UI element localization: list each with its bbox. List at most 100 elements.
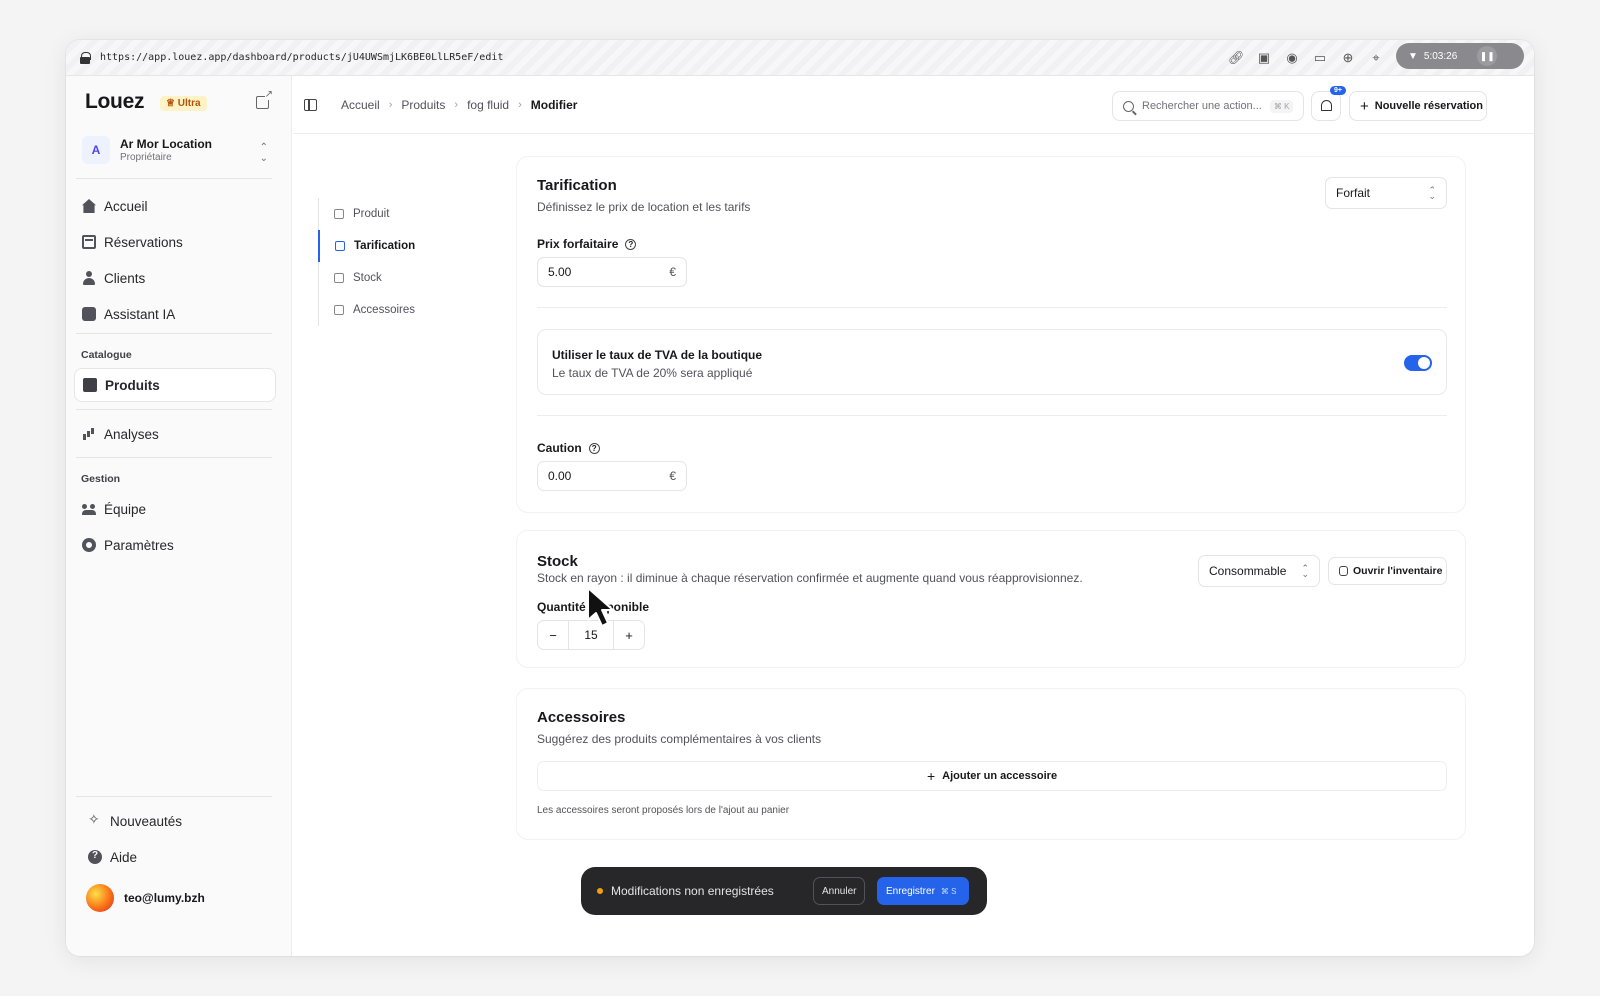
search-input[interactable]: Rechercher une action... ⌘ K — [1112, 91, 1304, 121]
save-button[interactable]: Enregistrer ⌘ S — [877, 877, 969, 905]
org-switcher[interactable]: A Ar Mor Location Propriétaire ⌃ ⌄ — [82, 132, 272, 168]
search-icon — [1123, 100, 1134, 112]
sidebar-item-accueil[interactable]: Accueil — [74, 189, 276, 223]
sparkles-icon — [88, 811, 102, 828]
sidebar-item-label: Analyses — [104, 426, 159, 442]
sidebar-item-parametres[interactable]: Paramètres — [74, 528, 276, 562]
browser-tools: 🔗︎ ▣ ◉ ▭ ⊕ ⌖ — [1228, 50, 1384, 66]
divider — [76, 409, 272, 410]
currency-symbol: € — [669, 469, 676, 483]
divider — [537, 307, 1447, 308]
flat-price-input[interactable]: 5.00 € — [537, 257, 687, 287]
tva-setting: Utiliser le taux de TVA de la boutique L… — [537, 329, 1447, 395]
sidebar-toggle-icon[interactable] — [304, 99, 317, 111]
external-link-icon[interactable] — [256, 89, 273, 109]
accessoires-title: Accessoires — [537, 709, 626, 726]
sidebar-item-nouveautes[interactable]: Nouveautés — [80, 804, 282, 838]
sidebar-item-reservations[interactable]: Réservations — [74, 225, 276, 259]
breadcrumb-accueil[interactable]: Accueil — [341, 98, 380, 112]
info-icon[interactable]: ? — [588, 442, 600, 454]
increment-button[interactable]: + — [614, 621, 644, 649]
link-icon[interactable]: 🔗︎ — [1228, 50, 1245, 66]
decrement-button[interactable]: − — [538, 621, 568, 649]
chevron-up-down-icon: ⌃ ⌄ — [259, 142, 268, 164]
section-label-gestion: Gestion — [81, 473, 121, 485]
deposit-value: 0.00 — [548, 469, 572, 483]
pricing-mode-select[interactable]: Forfait ⌃ ⌄ — [1325, 177, 1447, 209]
stock-title: Stock — [537, 553, 578, 570]
section-nav-label: Accessoires — [353, 304, 415, 316]
new-reservation-label: Nouvelle réservation — [1374, 100, 1483, 112]
package-icon — [83, 378, 97, 392]
avatar — [86, 884, 114, 912]
divider — [537, 415, 1447, 416]
stock-card: Stock Stock en rayon : il diminue à chaq… — [516, 530, 1466, 668]
breadcrumb-produits[interactable]: Produits — [401, 98, 445, 112]
tarification-card: Tarification Définissez le prix de locat… — [516, 156, 1466, 513]
section-nav-accessoires[interactable]: Accessoires — [318, 294, 508, 326]
sidebar-item-label: Produits — [105, 377, 160, 393]
info-icon[interactable]: ? — [625, 238, 637, 250]
user-email: teo@lumy.bzh — [124, 891, 205, 905]
save-shortcut: ⌘ S — [940, 886, 957, 896]
sidebar-item-assistant-ia[interactable]: Assistant IA — [74, 297, 276, 331]
notification-badge: 9+ — [1330, 86, 1346, 95]
browser-url-bar[interactable]: https://app.louez.app/dashboard/products… — [66, 40, 1534, 76]
deposit-input[interactable]: 0.00 € — [537, 461, 687, 491]
sidebar-item-label: Paramètres — [104, 537, 174, 553]
add-accessory-button[interactable]: + Ajouter un accessoire — [537, 761, 1447, 791]
sidebar-item-produits[interactable]: Produits — [74, 368, 276, 402]
sidebar-item-clients[interactable]: Clients — [74, 261, 276, 295]
breadcrumb-product[interactable]: fog fluid — [467, 98, 509, 112]
receipt-icon — [335, 241, 345, 251]
user-menu[interactable]: teo@lumy.bzh — [86, 884, 205, 912]
camera-icon[interactable]: ◉ — [1284, 50, 1300, 66]
tva-toggle[interactable] — [1404, 355, 1432, 371]
target-icon[interactable]: ⌖ — [1368, 50, 1384, 66]
divider — [76, 796, 272, 797]
open-inventory-button[interactable]: Ouvrir l'inventaire — [1328, 557, 1447, 585]
calendar-icon — [82, 235, 96, 249]
cancel-button[interactable]: Annuler — [813, 877, 866, 905]
breadcrumb-current: Modifier — [530, 98, 578, 112]
bell-icon — [1321, 100, 1332, 111]
sidebar-item-label: Aide — [110, 849, 138, 865]
plus-icon: + — [926, 768, 936, 784]
stock-subtitle: Stock en rayon : il diminue à chaque rés… — [537, 571, 1083, 585]
accessoires-card: Accessoires Suggérez des produits complé… — [516, 688, 1466, 840]
team-icon — [82, 502, 96, 516]
chevron-right-icon: › — [454, 99, 459, 111]
section-nav-label: Produit — [353, 208, 390, 220]
currency-symbol: € — [669, 265, 676, 279]
chevron-right-icon: › — [518, 99, 522, 111]
pricing-mode-value: Forfait — [1336, 186, 1371, 200]
sidebar-item-equipe[interactable]: Équipe — [74, 492, 276, 526]
section-nav-stock[interactable]: Stock — [318, 262, 508, 294]
home-icon — [82, 199, 96, 213]
stock-mode-select[interactable]: Consommable ⌃ ⌄ — [1198, 555, 1320, 587]
sidebar-item-analyses[interactable]: Analyses — [74, 417, 276, 451]
globe-icon[interactable]: ⊕ — [1340, 50, 1356, 66]
users-icon — [82, 271, 96, 285]
notifications-button[interactable]: 9+ — [1311, 86, 1346, 121]
gear-icon — [82, 538, 96, 552]
section-nav-produit[interactable]: Produit — [318, 198, 508, 230]
section-nav-label: Stock — [353, 272, 382, 284]
flat-price-value: 5.00 — [548, 265, 572, 279]
sidebar-item-aide[interactable]: Aide — [80, 840, 282, 874]
new-reservation-button[interactable]: + Nouvelle réservation — [1349, 91, 1487, 121]
pause-icon[interactable]: ❚❚ — [1477, 46, 1498, 66]
org-name: Ar Mor Location — [120, 137, 212, 151]
terminal-icon[interactable]: ▭ — [1312, 50, 1328, 66]
section-nav-tarification[interactable]: Tarification — [318, 230, 508, 262]
unsaved-changes-bar: Modifications non enregistrées Annuler E… — [581, 867, 987, 915]
tva-subtitle: Le taux de TVA de 20% sera appliqué — [552, 366, 753, 380]
sidebar-item-label: Réservations — [104, 234, 183, 250]
plus-icon: + — [1360, 97, 1369, 115]
screenshot-icon[interactable]: ▣ — [1256, 50, 1272, 66]
divider — [76, 333, 272, 334]
chevron-up-down-icon: ⌃ ⌄ — [1428, 185, 1436, 201]
sidebar-item-label: Équipe — [104, 501, 147, 517]
brand-logo: Louez — [85, 90, 145, 113]
url-text[interactable]: https://app.louez.app/dashboard/products… — [100, 52, 503, 63]
